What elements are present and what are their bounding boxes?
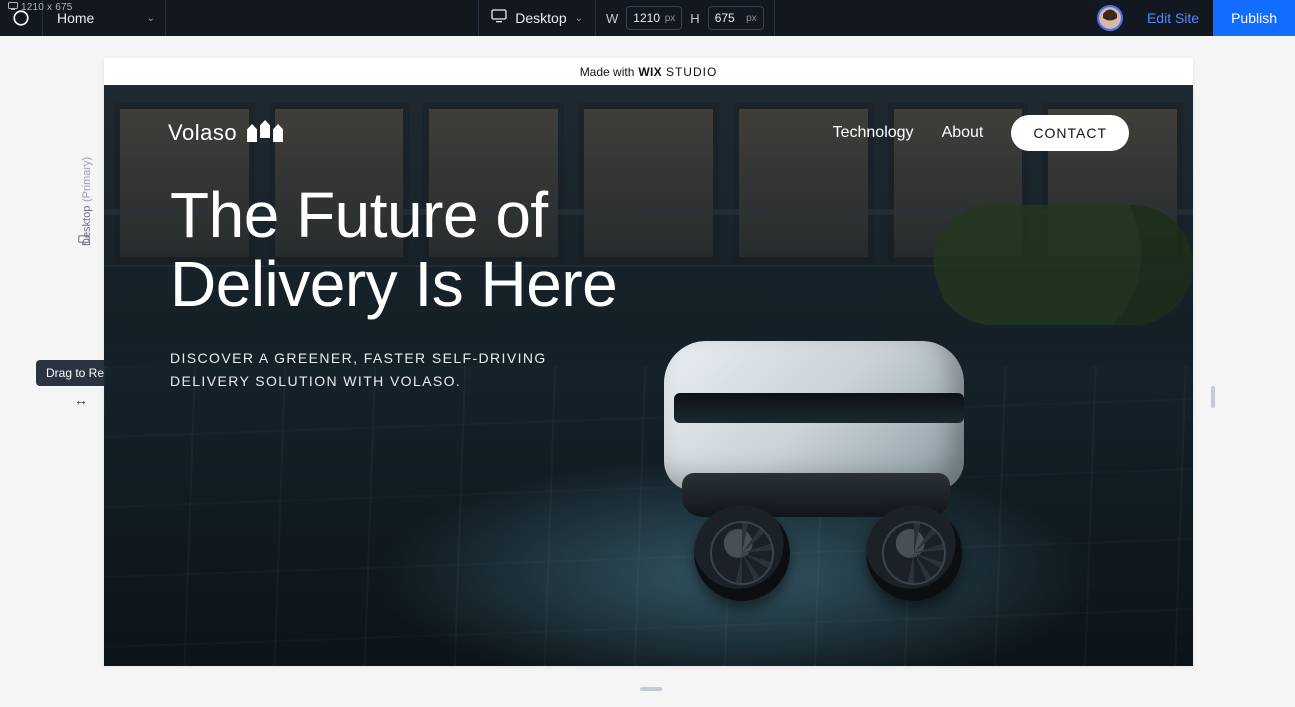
made-with-wix-bar: Made with WIX STUDIO [104,58,1193,85]
contact-button[interactable]: CONTACT [1011,115,1129,151]
breakpoint-side-label: Desktop (Primary) [80,136,94,246]
editor-canvas: Desktop (Primary) Drag to Resize ↔ Made … [0,36,1295,707]
desktop-icon [78,232,90,250]
breakpoint-primary: (Primary) [81,156,93,201]
made-with-prefix: Made with [580,65,635,79]
resize-handle-right[interactable] [1211,386,1215,408]
site-brand[interactable]: Volaso [168,120,283,146]
height-label: H [690,11,699,26]
height-unit: px [746,13,757,24]
publish-button[interactable]: Publish [1213,0,1295,36]
preview-frame[interactable]: Made with WIX STUDIO Volaso [104,58,1193,666]
site-nav: Technology About CONTACT [833,115,1129,151]
avatar-face-icon [1099,7,1121,29]
editor-topbar: 1210 x 675 Home ⌄ Desktop ⌄ W 1210 px H … [0,0,1295,36]
hero-section: Volaso Technology About CONTACT The Futu… [104,85,1193,666]
nav-technology[interactable]: Technology [833,124,914,142]
delivery-robot-illustration [604,341,1004,601]
edit-site-link[interactable]: Edit Site [1133,10,1213,26]
page-selector[interactable]: Home ⌄ [43,0,166,36]
hero-headline: The Future of Delivery Is Here [170,181,617,319]
brand-name: Volaso [168,120,237,146]
width-input[interactable]: 1210 px [626,6,682,30]
device-selector[interactable]: Desktop ⌄ [478,0,596,36]
hero-headline-line1: The Future of [170,181,617,250]
app-logo[interactable] [0,0,43,36]
desktop-icon [491,9,507,28]
hero-headline-line2: Delivery Is Here [170,250,617,319]
wix-studio-logo-icon [12,9,30,27]
chevron-down-icon: ⌄ [147,13,155,24]
dimension-controls: W 1210 px H 675 px [596,0,775,36]
width-unit: px [665,13,676,24]
wix-wordmark: WIX [638,65,662,79]
height-input[interactable]: 675 px [708,6,764,30]
nav-about[interactable]: About [942,124,984,142]
width-label: W [606,11,618,26]
resize-handle-left[interactable]: ↔ [74,392,88,408]
topbar-right-cluster: Edit Site Publish [1087,0,1295,36]
device-selector-label: Desktop [515,10,566,26]
resize-handle-bottom[interactable] [640,687,662,691]
page-selector-label: Home [57,10,94,26]
user-avatar[interactable] [1097,5,1123,31]
brand-logo-icon [247,124,283,142]
studio-wordmark: STUDIO [666,65,717,79]
height-value: 675 [715,11,735,25]
width-value: 1210 [633,11,660,25]
hero-subtitle: DISCOVER A GREENER, FASTER SELF-DRIVING … [170,347,580,393]
site-header: Volaso Technology About CONTACT [168,115,1129,151]
chevron-down-icon: ⌄ [575,13,583,24]
